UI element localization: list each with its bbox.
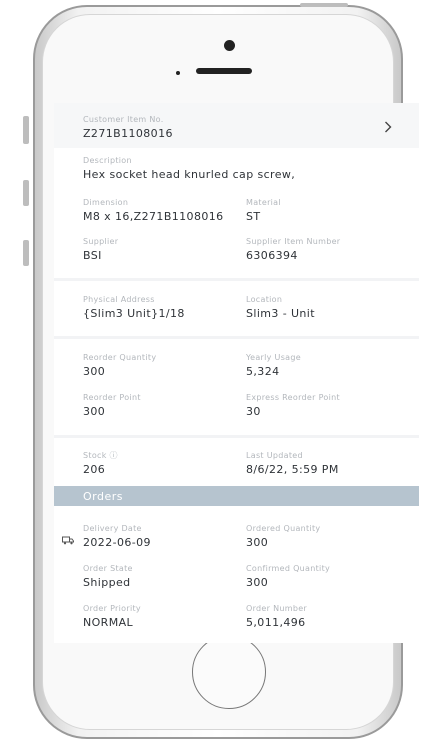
supplier-item-number-label: Supplier Item Number bbox=[246, 237, 341, 246]
reorder-quantity-field: Reorder Quantity 300 bbox=[83, 353, 156, 379]
supplier-item-number-value: 6306394 bbox=[246, 249, 298, 262]
material-value: ST bbox=[246, 210, 261, 223]
description-label: Description bbox=[83, 156, 132, 165]
supplier-item-number-field: Supplier Item Number 6306394 bbox=[246, 237, 340, 263]
confirmed-quantity-label: Confirmed Quantity bbox=[246, 564, 331, 573]
order-state-value: Shipped bbox=[83, 576, 131, 589]
last-updated-value: 8/6/22, 5:59 PM bbox=[246, 463, 339, 476]
physical-address-value: {Slim3 Unit}1/18 bbox=[83, 307, 185, 320]
stock-label: Stock ⓘ bbox=[83, 451, 118, 460]
yearly-usage-label: Yearly Usage bbox=[246, 353, 301, 362]
orders-section-header: Orders bbox=[54, 486, 419, 506]
delivery-date-field: Delivery Date 2022-06-09 bbox=[83, 524, 151, 550]
express-reorder-point-field: Express Reorder Point 30 bbox=[246, 393, 340, 419]
physical-address-field: Physical Address {Slim3 Unit}1/18 bbox=[83, 295, 185, 321]
description-field: Description Hex socket head knurled cap … bbox=[83, 156, 295, 182]
power-button bbox=[300, 3, 348, 7]
reorder-point-field: Reorder Point 300 bbox=[83, 393, 141, 419]
supplier-label: Supplier bbox=[83, 237, 119, 246]
mute-switch bbox=[23, 116, 29, 144]
location-panel: Physical Address {Slim3 Unit}1/18 Locati… bbox=[54, 281, 419, 336]
proximity-sensor bbox=[176, 71, 180, 75]
stock-panel: Stock ⓘ 206 Last Updated 8/6/22, 5:59 PM bbox=[54, 438, 419, 486]
material-field: Material ST bbox=[246, 198, 281, 224]
confirmed-quantity-field: Confirmed Quantity 300 bbox=[246, 564, 330, 590]
truck-icon bbox=[62, 530, 74, 545]
order-number-field: Order Number 5,011,496 bbox=[246, 604, 307, 630]
stock-value: 206 bbox=[83, 463, 106, 476]
location-value: Slim3 - Unit bbox=[246, 307, 315, 320]
app-screen: Customer Item No. Z271B1108016 Descripti… bbox=[54, 103, 419, 643]
dimension-field: Dimension M8 x 16,Z271B1108016 bbox=[83, 198, 224, 224]
dimension-label: Dimension bbox=[83, 198, 129, 207]
reorder-quantity-value: 300 bbox=[83, 365, 106, 378]
location-label: Location bbox=[246, 295, 283, 304]
order-state-label: Order State bbox=[83, 564, 133, 573]
last-updated-field: Last Updated 8/6/22, 5:59 PM bbox=[246, 451, 339, 477]
orders-title: Orders bbox=[83, 490, 123, 503]
reorder-quantity-label: Reorder Quantity bbox=[83, 353, 157, 362]
ordered-quantity-label: Ordered Quantity bbox=[246, 524, 321, 533]
order-state-field: Order State Shipped bbox=[83, 564, 133, 590]
location-field: Location Slim3 - Unit bbox=[246, 295, 315, 321]
supplier-value: BSI bbox=[83, 249, 102, 262]
order-priority-field: Order Priority NORMAL bbox=[83, 604, 141, 630]
customer-item-no-label: Customer Item No. bbox=[83, 115, 164, 124]
order-number-value: 5,011,496 bbox=[246, 616, 306, 629]
customer-item-no-field: Customer Item No. Z271B1108016 bbox=[83, 115, 173, 141]
delivery-date-label: Delivery Date bbox=[83, 524, 142, 533]
express-reorder-point-value: 30 bbox=[246, 405, 261, 418]
order-priority-value: NORMAL bbox=[83, 616, 134, 629]
supplier-field: Supplier BSI bbox=[83, 237, 118, 263]
ordered-quantity-field: Ordered Quantity 300 bbox=[246, 524, 320, 550]
express-reorder-point-label: Express Reorder Point bbox=[246, 393, 340, 402]
reorder-point-label: Reorder Point bbox=[83, 393, 141, 402]
order-number-label: Order Number bbox=[246, 604, 308, 613]
delivery-date-value: 2022-06-09 bbox=[83, 536, 151, 549]
volume-up-button bbox=[23, 180, 29, 206]
yearly-usage-value: 5,324 bbox=[246, 365, 280, 378]
dimension-value: M8 x 16,Z271B1108016 bbox=[83, 210, 224, 223]
earpiece-speaker bbox=[196, 68, 252, 74]
material-label: Material bbox=[246, 198, 281, 207]
stock-field: Stock ⓘ 206 bbox=[83, 451, 118, 477]
item-details-panel: Description Hex socket head knurled cap … bbox=[54, 148, 419, 278]
customer-item-no-value: Z271B1108016 bbox=[83, 127, 173, 140]
customer-item-header[interactable]: Customer Item No. Z271B1108016 bbox=[54, 103, 419, 148]
confirmed-quantity-value: 300 bbox=[246, 576, 269, 589]
last-updated-label: Last Updated bbox=[246, 451, 303, 460]
home-button[interactable] bbox=[192, 635, 266, 709]
order-priority-label: Order Priority bbox=[83, 604, 141, 613]
volume-down-button bbox=[23, 240, 29, 266]
ordered-quantity-value: 300 bbox=[246, 536, 269, 549]
reorder-point-value: 300 bbox=[83, 405, 106, 418]
yearly-usage-field: Yearly Usage 5,324 bbox=[246, 353, 301, 379]
inventory-panel: Reorder Quantity 300 Yearly Usage 5,324 … bbox=[54, 339, 419, 435]
order-card[interactable]: Delivery Date 2022-06-09 Ordered Quantit… bbox=[54, 506, 419, 643]
front-camera bbox=[224, 40, 235, 51]
physical-address-label: Physical Address bbox=[83, 295, 155, 304]
description-value: Hex socket head knurled cap screw, bbox=[83, 168, 296, 181]
chevron-right-icon[interactable] bbox=[384, 121, 392, 137]
